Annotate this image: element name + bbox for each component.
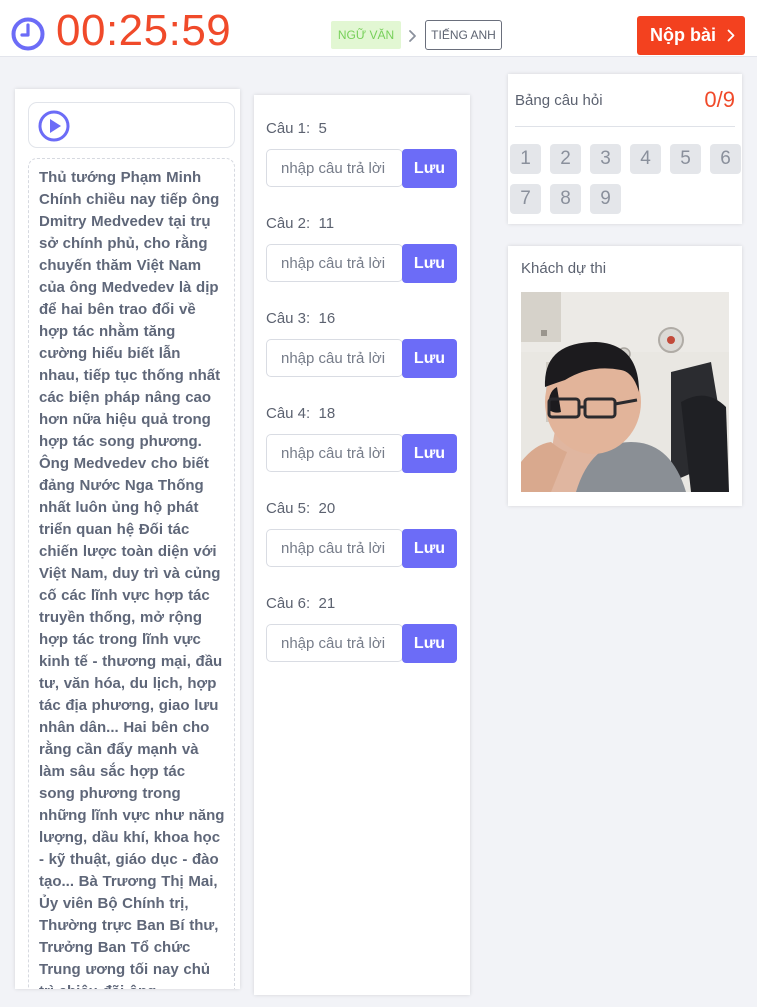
question-number-button[interactable]: 4 (630, 144, 661, 174)
answer-input[interactable] (266, 149, 403, 187)
save-button[interactable]: Lưu (402, 434, 457, 473)
question-number-button[interactable]: 7 (510, 184, 541, 214)
question-label: Câu 5: 20 (266, 500, 336, 517)
question-number-button[interactable]: 3 (590, 144, 621, 174)
question-number-button[interactable]: 1 (510, 144, 541, 174)
webcam-image (521, 292, 729, 492)
save-button[interactable]: Lưu (402, 529, 457, 568)
question-number-button[interactable]: 8 (550, 184, 581, 214)
question-number-button[interactable]: 9 (590, 184, 621, 214)
subject-tab-literature[interactable]: NGỮ VĂN (331, 21, 401, 49)
divider (515, 126, 735, 127)
question-item: Câu 1: 5 Lưu (266, 119, 458, 209)
audio-player (28, 102, 235, 148)
submit-exam-label: Nộp bài (650, 25, 716, 45)
answer-input[interactable] (266, 244, 403, 282)
candidate-panel: Khách dự thi (508, 246, 742, 506)
save-button[interactable]: Lưu (402, 624, 457, 663)
question-label: Câu 4: 18 (266, 405, 336, 422)
answer-input[interactable] (266, 434, 403, 472)
submit-exam-button[interactable]: Nộp bài (637, 16, 745, 55)
save-button[interactable]: Lưu (402, 339, 457, 378)
subject-tab-english[interactable]: TIẾNG ANH (425, 20, 502, 50)
passage-text: Thủ tướng Phạm Minh Chính chiều nay tiếp… (39, 169, 225, 989)
question-number-button[interactable]: 6 (710, 144, 741, 174)
answered-count: 0/9 (704, 87, 735, 112)
question-number-button[interactable]: 2 (550, 144, 581, 174)
passage-panel: Thủ tướng Phạm Minh Chính chiều nay tiếp… (15, 89, 240, 989)
chevron-right-icon (409, 30, 416, 42)
question-item: Câu 5: 20 Lưu (266, 499, 458, 589)
top-bar: 00:25:59 NGỮ VĂN TIẾNG ANH Nộp bài (0, 0, 757, 57)
question-number-button[interactable]: 5 (670, 144, 701, 174)
answer-input[interactable] (266, 339, 403, 377)
clock-icon (11, 17, 45, 51)
question-label: Câu 3: 16 (266, 310, 336, 327)
question-item: Câu 6: 21 Lưu (266, 594, 458, 684)
candidate-title: Khách dự thi (521, 260, 607, 277)
question-board: Bảng câu hỏi 0/9 1 2 3 4 5 6 7 8 9 (508, 74, 742, 224)
save-button[interactable]: Lưu (402, 244, 457, 283)
webcam-feed (521, 292, 729, 492)
play-icon[interactable] (38, 110, 70, 142)
question-label: Câu 2: 11 (266, 215, 335, 232)
question-item: Câu 4: 18 Lưu (266, 404, 458, 494)
question-label: Câu 1: 5 (266, 120, 327, 137)
answers-panel: Câu 1: 5 Lưu Câu 2: 11 Lưu Câu 3: 16 Lưu… (254, 95, 470, 995)
question-board-title: Bảng câu hỏi (515, 92, 603, 109)
question-label: Câu 6: 21 (266, 595, 336, 612)
chevron-right-icon (727, 29, 735, 42)
answer-input[interactable] (266, 624, 403, 662)
question-item: Câu 2: 11 Lưu (266, 214, 458, 304)
answer-input[interactable] (266, 529, 403, 567)
countdown-timer: 00:25:59 (56, 6, 232, 55)
save-button[interactable]: Lưu (402, 149, 457, 188)
passage-text-box[interactable]: Thủ tướng Phạm Minh Chính chiều nay tiếp… (28, 158, 235, 989)
question-item: Câu 3: 16 Lưu (266, 309, 458, 399)
